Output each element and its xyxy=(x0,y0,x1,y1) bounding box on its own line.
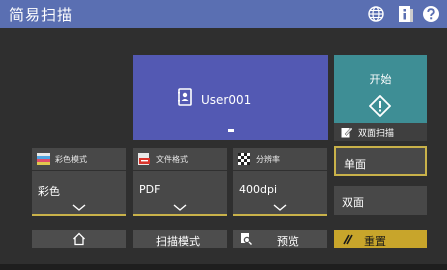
file-format-title: 文件格式 xyxy=(156,155,188,164)
preview-button[interactable]: 预览 xyxy=(233,230,327,248)
easy-scan-screen: 简易扫描 User001 开始 双面扫描 单面 双面 彩色模式 彩色 文件格式 … xyxy=(0,0,447,270)
color-mode-setting[interactable]: 彩色模式 彩色 xyxy=(32,148,126,216)
single-side-label: 单面 xyxy=(344,158,366,171)
address-book-icon xyxy=(178,88,192,106)
color-mode-header: 彩色模式 xyxy=(32,148,126,171)
diamond-start-icon xyxy=(369,95,391,117)
info-icon[interactable] xyxy=(397,5,415,23)
duplex-scan-icon xyxy=(341,127,353,138)
preview-icon xyxy=(241,233,252,245)
resolution-setting[interactable]: 分辨率 400dpi xyxy=(233,148,327,216)
file-format-header: 文件格式 xyxy=(133,148,227,171)
home-icon xyxy=(73,232,85,246)
single-side-option[interactable]: 单面 xyxy=(334,146,427,176)
file-format-setting[interactable]: 文件格式 PDF xyxy=(133,148,227,216)
duplex-scan-title: 双面扫描 xyxy=(358,129,395,139)
globe-icon[interactable] xyxy=(367,5,385,23)
user-tile[interactable]: User001 xyxy=(133,55,328,140)
help-icon[interactable] xyxy=(422,5,440,23)
user-name-label: User001 xyxy=(201,93,252,107)
scan-mode-button[interactable]: 扫描模式 xyxy=(133,230,227,248)
resolution-title: 分辨率 xyxy=(256,155,280,164)
resolution-value: 400dpi xyxy=(239,183,278,196)
double-side-label: 双面 xyxy=(342,196,364,209)
resolution-header: 分辨率 xyxy=(233,148,327,171)
reset-label: 重置 xyxy=(364,235,386,248)
page-title: 简易扫描 xyxy=(9,6,74,24)
resolution-icon xyxy=(238,153,250,165)
page-indicator xyxy=(228,129,234,132)
home-button[interactable] xyxy=(32,230,126,248)
file-format-value: PDF xyxy=(139,183,161,196)
reset-icon xyxy=(343,234,353,245)
color-mode-icon xyxy=(37,153,50,165)
duplex-scan-header: 双面扫描 xyxy=(334,123,427,141)
bottom-strip xyxy=(0,264,447,270)
scan-mode-label: 扫描模式 xyxy=(156,235,200,248)
setting-underline xyxy=(233,214,327,216)
double-side-option[interactable]: 双面 xyxy=(334,186,427,215)
chevron-down-icon xyxy=(173,204,187,211)
setting-underline xyxy=(32,214,126,216)
start-button-label: 开始 xyxy=(369,73,392,86)
title-bar: 简易扫描 xyxy=(0,0,447,28)
pdf-file-icon xyxy=(138,153,150,165)
chevron-down-icon xyxy=(273,204,287,211)
chevron-down-icon xyxy=(72,204,86,211)
setting-underline xyxy=(133,214,227,216)
preview-label: 预览 xyxy=(277,235,299,248)
start-button[interactable]: 开始 xyxy=(334,55,427,123)
color-mode-value: 彩色 xyxy=(38,185,60,198)
color-mode-title: 彩色模式 xyxy=(55,155,87,164)
reset-button[interactable]: 重置 xyxy=(334,230,427,248)
